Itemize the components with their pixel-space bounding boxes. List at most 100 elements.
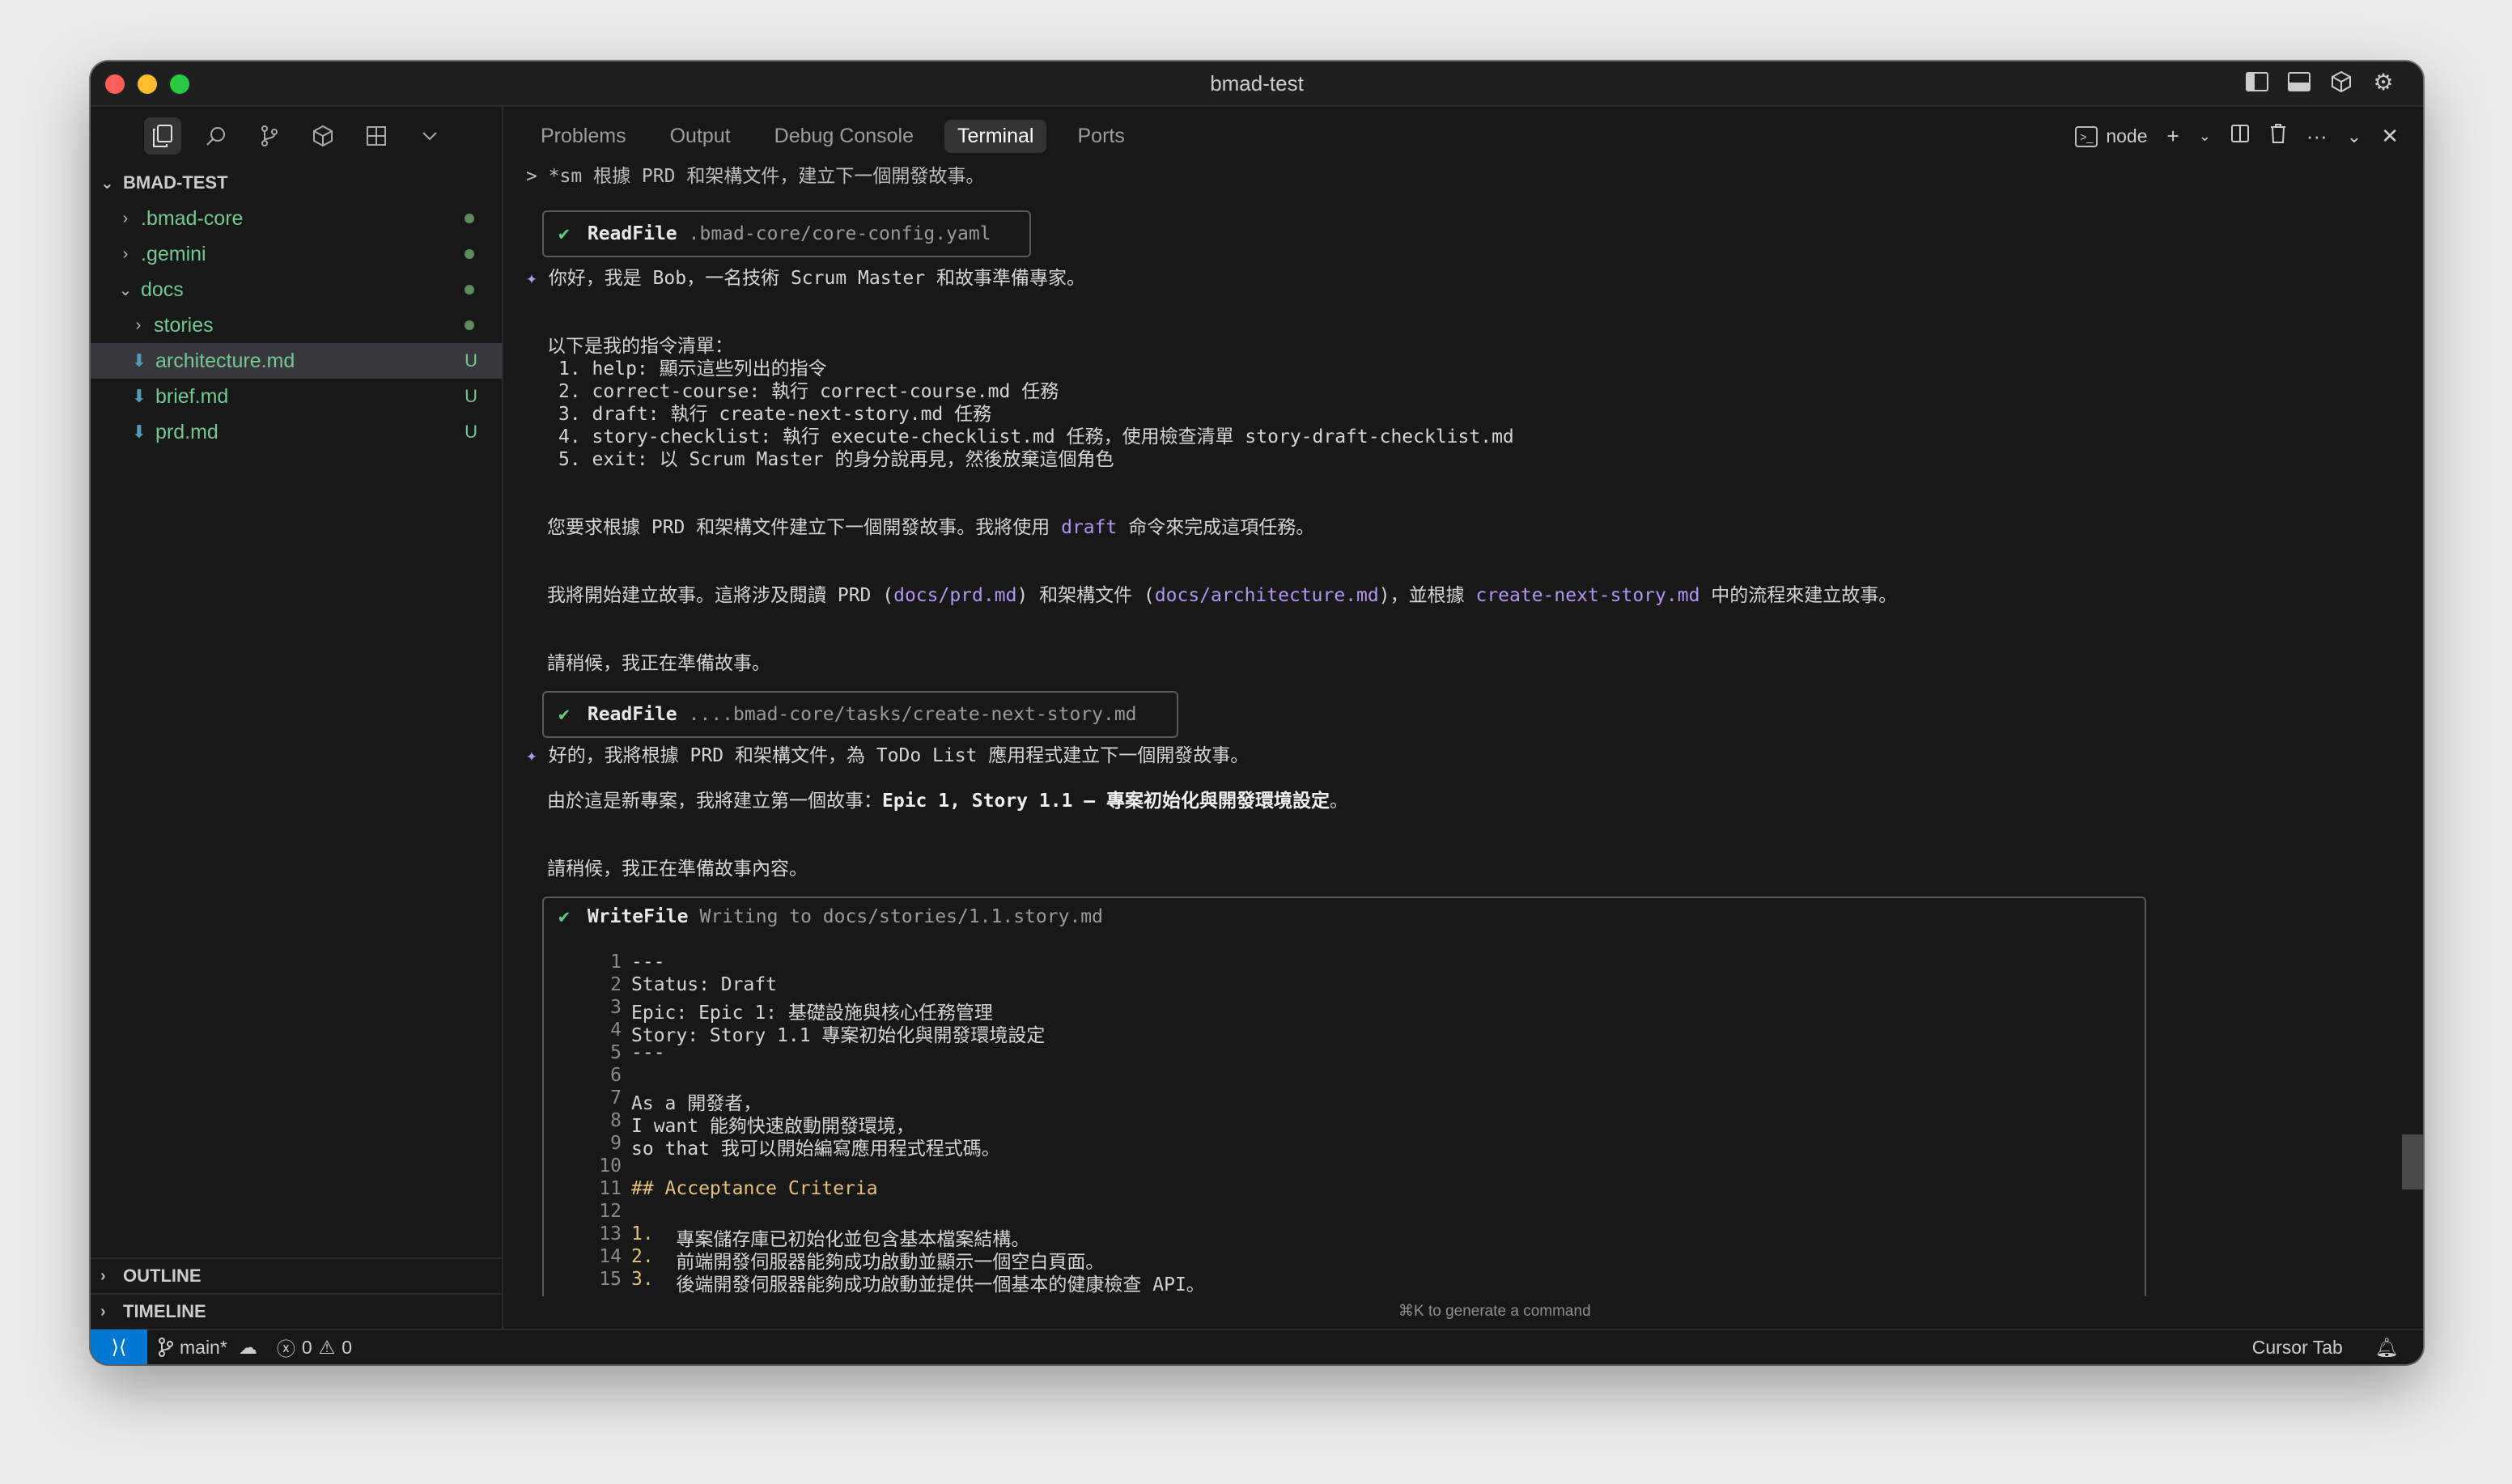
problems-indicator[interactable]: ⓧ 0 ⚠ 0: [277, 1333, 352, 1361]
wait-line: 請稍候，我正在準備故事。: [547, 653, 770, 674]
tree-item-label: brief.md: [155, 384, 229, 408]
text: 您要求根據 PRD 和架構文件建立下一個開發故事。我將使用: [547, 517, 1062, 538]
layout-icon[interactable]: [358, 117, 395, 155]
warning-count: 0: [342, 1336, 353, 1358]
code-line: 15 3. 後端開發伺服器能夠成功啟動並提供一個基本的健康檢查 API。: [544, 1269, 1205, 1295]
status-right: Cursor Tab 🔔︎: [2252, 1337, 2399, 1359]
remote-indicator-icon[interactable]: ⟩⟨: [91, 1329, 147, 1364]
bell-icon[interactable]: 🔔︎: [2375, 1337, 2399, 1359]
code-text: so that 我可以開始編寫應用程式程式碼。: [631, 1138, 1000, 1160]
list-marker: 1.: [631, 1223, 654, 1244]
tree-item-brief-md[interactable]: ⬇ brief.md U: [91, 379, 502, 414]
tab-output[interactable]: Output: [657, 120, 744, 153]
explorer-sidebar: ⌄ BMAD-TEST › .bmad-core › .gemini ⌄ doc…: [91, 107, 503, 1329]
activity-bar: [91, 107, 502, 165]
command-list-item: 3. draft: 執行 create-next-story.md 任務: [558, 404, 992, 425]
tab-ports[interactable]: Ports: [1064, 120, 1137, 153]
draft-intent-line: 您要求根據 PRD 和架構文件建立下一個開發故事。我將使用 draft 命令來完…: [547, 516, 1314, 539]
chevron-right-icon: ›: [122, 209, 129, 227]
code-line: 9 so that 我可以開始編寫應用程式程式碼。: [544, 1133, 1000, 1160]
git-branch[interactable]: main* ☁: [159, 1337, 257, 1359]
tab-terminal[interactable]: Terminal: [944, 119, 1047, 153]
code-text: Story: Story 1.1 專案初始化與開發環境設定: [631, 1025, 1046, 1046]
tree-item-architecture-md[interactable]: ⬇ architecture.md U: [91, 343, 502, 379]
cursor-tab-status[interactable]: Cursor Tab: [2252, 1337, 2343, 1359]
extensions-icon[interactable]: [304, 117, 342, 155]
trash-icon[interactable]: [2269, 123, 2287, 150]
untracked-badge: U: [465, 350, 477, 371]
window-title: bmad-test: [1210, 70, 1304, 95]
gear-icon[interactable]: ⚙: [2371, 70, 2395, 95]
chevron-right-icon: ›: [100, 1302, 106, 1321]
tree-item-prd-md[interactable]: ⬇ prd.md U: [91, 414, 502, 450]
tree-item-gemini[interactable]: › .gemini: [91, 236, 502, 272]
code-line: 1 ---: [544, 952, 664, 974]
tool-name: ReadFile: [587, 704, 677, 725]
untracked-badge: U: [465, 422, 477, 442]
search-icon[interactable]: [197, 117, 235, 155]
tree-item-bmad-core[interactable]: › .bmad-core: [91, 201, 502, 236]
tree-item-label: architecture.md: [155, 349, 295, 372]
terminal-name: node: [2106, 125, 2148, 146]
line-number: 4: [610, 1020, 622, 1041]
maximize-panel-chevron-icon[interactable]: ⌄: [2347, 126, 2361, 147]
tree-item-docs[interactable]: ⌄ docs: [91, 272, 502, 307]
code-line: 10: [544, 1155, 631, 1178]
tool-call-readfile-config: ✔ ReadFile .bmad-core/core-config.yaml: [542, 210, 1031, 257]
title-actions: ⚙: [2245, 70, 2395, 95]
timeline-section-header[interactable]: › TIMELINE: [91, 1293, 502, 1329]
line-number: 2: [610, 974, 622, 995]
modified-dot: [465, 320, 474, 330]
minimize-window-button[interactable]: [138, 74, 157, 94]
wait-line: 請稍候，我正在準備故事內容。: [547, 859, 808, 880]
modified-dot: [465, 249, 474, 259]
okay-line: ✦ 好的，我將根據 PRD 和架構文件，為 ToDo List 應用程式建立下一…: [526, 744, 1249, 767]
chevron-down-icon[interactable]: ⌄: [2199, 128, 2211, 145]
tab-debug-console[interactable]: Debug Console: [762, 120, 927, 153]
code-text: ---: [631, 1042, 665, 1063]
cube-icon[interactable]: [2329, 70, 2353, 94]
terminal-selector[interactable]: >_ node: [2075, 125, 2148, 147]
tool-arg: ....bmad-core/tasks/create-next-story.md: [688, 704, 1137, 725]
code-text: I want 能夠快速啟動開發環境，: [631, 1116, 914, 1137]
code-text: ## Acceptance Criteria: [631, 1178, 878, 1199]
explorer-root-header[interactable]: ⌄ BMAD-TEST: [91, 165, 502, 201]
toggle-sidebar-icon[interactable]: [2245, 70, 2269, 94]
sparkle-icon: ✦: [526, 745, 549, 766]
toggle-panel-icon[interactable]: [2287, 70, 2311, 94]
outline-section-header[interactable]: › OUTLINE: [91, 1257, 502, 1293]
tab-problems[interactable]: Problems: [528, 120, 639, 153]
title-bar: bmad-test ⚙: [91, 61, 2423, 107]
tree-item-stories[interactable]: › stories: [91, 307, 502, 343]
sync-cloud-icon[interactable]: ☁: [239, 1337, 257, 1359]
tool-arg: .bmad-core/core-config.yaml: [688, 223, 991, 244]
tree-item-label: .gemini: [141, 242, 206, 265]
new-project-line: 由於這是新專案，我將建立第一個故事：Epic 1, Story 1.1 – 專案…: [547, 790, 1348, 812]
code-line: 2 Status: Draft: [544, 974, 777, 997]
tool-call-readfile-task: ✔ ReadFile ....bmad-core/tasks/create-ne…: [542, 691, 1178, 738]
new-terminal-plus-icon[interactable]: +: [2167, 124, 2179, 149]
files-icon[interactable]: [144, 117, 181, 155]
code-line: 3 Epic: Epic 1: 基礎設施與核心任務管理: [544, 997, 993, 1024]
close-panel-icon[interactable]: ✕: [2381, 124, 2399, 149]
terminal-output[interactable]: > *sm 根據 PRD 和架構文件，建立下一個開發故事。 ✔ ReadFile…: [526, 165, 2374, 1296]
chevron-down-icon[interactable]: [411, 117, 448, 155]
check-icon: ✔: [558, 704, 570, 725]
code-line: 13 1. 專案儲存庫已初始化並包含基本檔案結構。: [544, 1223, 1030, 1250]
code-line: 7 As a 開發者，: [544, 1088, 762, 1114]
terminal-scrollbar-thumb[interactable]: [2402, 1134, 2423, 1189]
branch-name: main*: [180, 1336, 227, 1358]
reading-plan-line: 我將開始建立故事。這將涉及閱讀 PRD (docs/prd.md) 和架構文件 …: [547, 584, 1897, 607]
code-text: 專案儲存庫已初始化並包含基本檔案結構。: [653, 1229, 1030, 1250]
close-window-button[interactable]: [105, 74, 125, 94]
tree-item-label: .bmad-core: [141, 206, 244, 230]
line-number: 3: [610, 997, 622, 1018]
maximize-window-button[interactable]: [170, 74, 189, 94]
outline-label: OUTLINE: [123, 1266, 202, 1286]
split-terminal-icon[interactable]: [2230, 124, 2250, 149]
line-number: 6: [610, 1065, 622, 1086]
modified-dot: [465, 285, 474, 295]
more-actions-icon[interactable]: ···: [2306, 124, 2327, 149]
story-title: Epic 1, Story 1.1 – 專案初始化與開發環境設定: [882, 791, 1330, 812]
source-control-icon[interactable]: [251, 117, 288, 155]
